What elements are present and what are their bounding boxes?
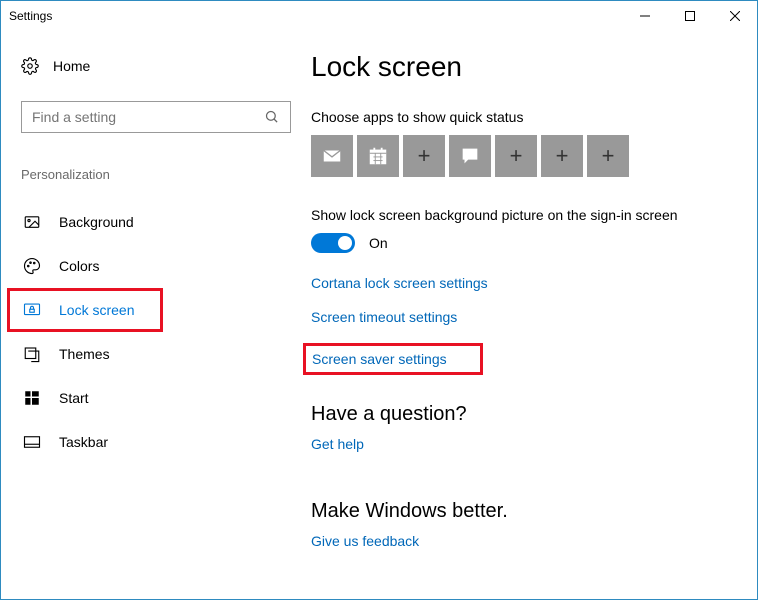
feedback-heading: Make Windows better. — [311, 500, 727, 523]
sidebar-item-taskbar[interactable]: Taskbar — [21, 420, 291, 464]
palette-icon — [23, 257, 41, 275]
quick-status-add-4[interactable]: + — [587, 135, 629, 177]
question-heading: Have a question? — [311, 403, 727, 426]
maximize-button[interactable] — [667, 1, 712, 31]
picture-icon — [23, 213, 41, 231]
quick-status-add-1[interactable]: + — [403, 135, 445, 177]
link-get-help[interactable]: Get help — [311, 436, 727, 452]
calendar-icon — [367, 145, 389, 167]
mail-icon — [321, 145, 343, 167]
sidebar-item-label: Lock screen — [59, 302, 134, 318]
search-icon — [264, 109, 280, 125]
sidebar-item-label: Themes — [59, 346, 110, 362]
sidebar-item-label: Taskbar — [59, 434, 108, 450]
category-label: Personalization — [21, 167, 291, 182]
search-box[interactable] — [21, 101, 291, 133]
link-give-feedback[interactable]: Give us feedback — [311, 533, 727, 549]
toggle-state-label: On — [369, 235, 388, 251]
plus-icon: + — [602, 143, 615, 169]
highlight-screensaver: Screen saver settings — [303, 343, 483, 375]
quick-status-calendar[interactable] — [357, 135, 399, 177]
layout: Home Personalization Background Colors — [1, 31, 757, 599]
lock-screen-icon — [23, 301, 41, 319]
plus-icon: + — [418, 143, 431, 169]
quick-status-label: Choose apps to show quick status — [311, 109, 727, 125]
quick-status-add-2[interactable]: + — [495, 135, 537, 177]
close-button[interactable] — [712, 1, 757, 31]
minimize-button[interactable] — [622, 1, 667, 31]
sidebar-item-background[interactable]: Background — [21, 200, 291, 244]
highlight-lock-screen: Lock screen — [7, 288, 163, 332]
content: Lock screen Choose apps to show quick st… — [311, 31, 757, 599]
sidebar-item-colors[interactable]: Colors — [21, 244, 291, 288]
minimize-icon — [640, 11, 650, 21]
window-controls — [622, 1, 757, 31]
page-title: Lock screen — [311, 51, 727, 83]
signin-bg-label: Show lock screen background picture on t… — [311, 207, 727, 223]
taskbar-icon — [23, 433, 41, 451]
maximize-icon — [685, 11, 695, 21]
plus-icon: + — [556, 143, 569, 169]
sidebar: Home Personalization Background Colors — [1, 31, 311, 599]
home-label: Home — [53, 58, 90, 74]
signin-bg-toggle-row: On — [311, 233, 727, 253]
sidebar-item-start[interactable]: Start — [21, 376, 291, 420]
home-nav[interactable]: Home — [21, 51, 291, 81]
window-title: Settings — [9, 9, 52, 23]
themes-icon — [23, 345, 41, 363]
quick-status-mail[interactable] — [311, 135, 353, 177]
plus-icon: + — [510, 143, 523, 169]
link-screensaver-settings[interactable]: Screen saver settings — [312, 351, 447, 367]
start-icon — [23, 389, 41, 407]
quick-status-messaging[interactable] — [449, 135, 491, 177]
sidebar-item-lock-screen[interactable]: Lock screen — [21, 301, 134, 319]
search-input[interactable] — [32, 109, 264, 125]
sidebar-item-label: Colors — [59, 258, 99, 274]
sidebar-item-themes[interactable]: Themes — [21, 332, 291, 376]
sidebar-item-label: Start — [59, 390, 89, 406]
quick-status-row: + + + + — [311, 135, 727, 177]
link-timeout-settings[interactable]: Screen timeout settings — [311, 309, 727, 325]
sidebar-item-label: Background — [59, 214, 134, 230]
close-icon — [730, 11, 740, 21]
signin-bg-toggle[interactable] — [311, 233, 355, 253]
link-cortana-settings[interactable]: Cortana lock screen settings — [311, 275, 727, 291]
quick-status-add-3[interactable]: + — [541, 135, 583, 177]
chat-icon — [459, 145, 481, 167]
toggle-knob — [338, 236, 352, 250]
titlebar: Settings — [1, 1, 757, 31]
gear-icon — [21, 57, 39, 75]
